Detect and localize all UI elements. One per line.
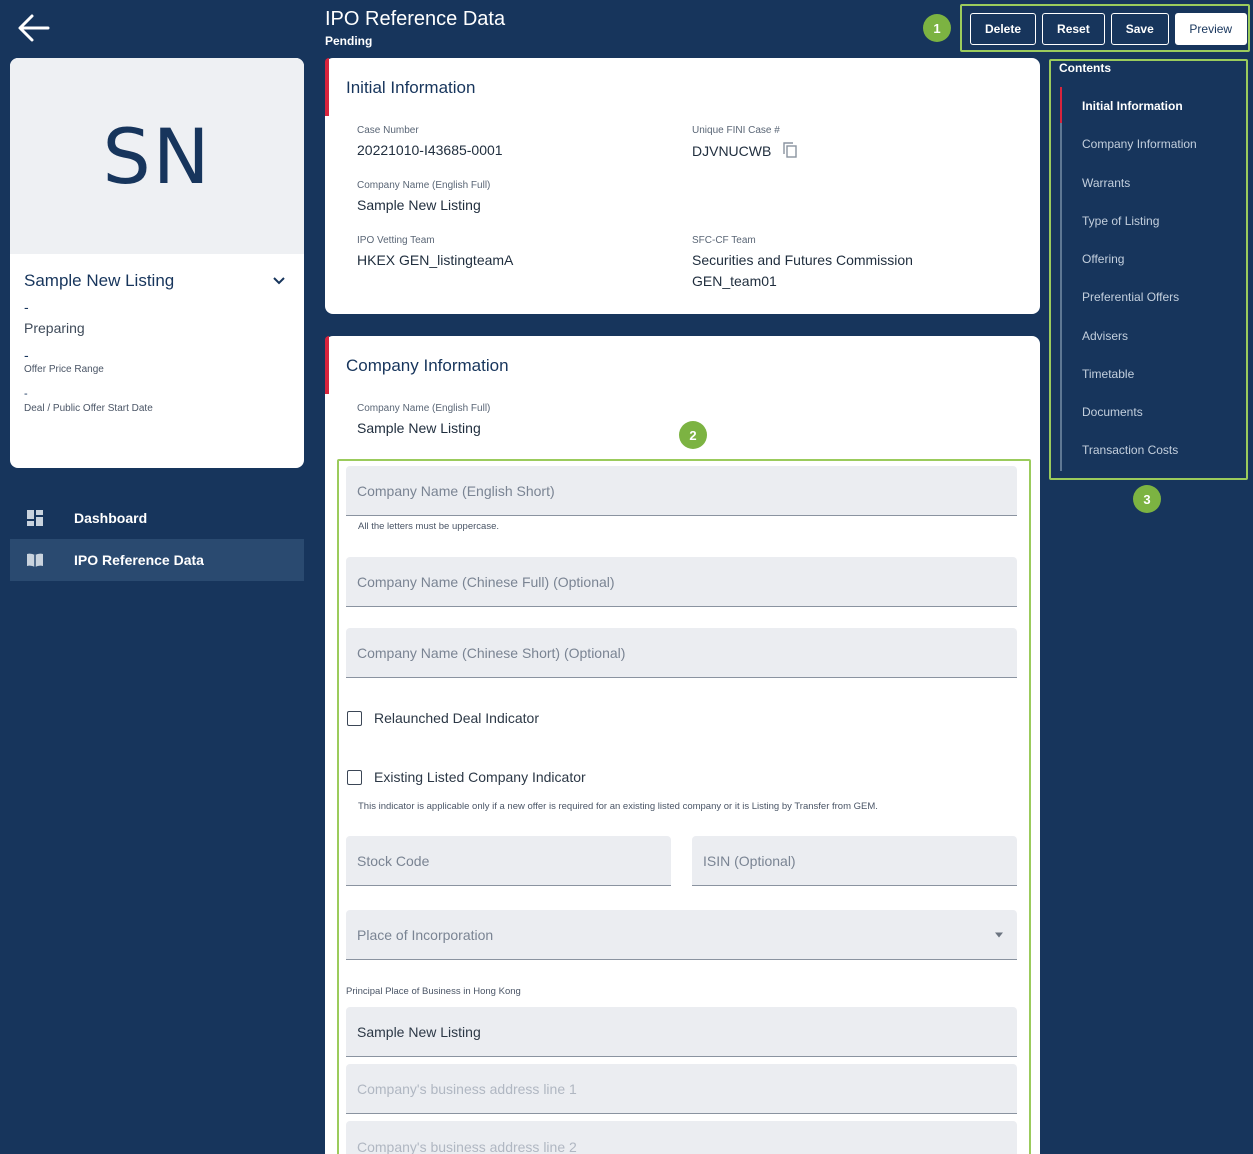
profile-dash-2: - [24, 347, 29, 363]
place-of-incorporation-value: Place of Incorporation [357, 926, 494, 943]
vetting-team-label: IPO Vetting Team [357, 235, 435, 246]
book-icon [24, 549, 46, 571]
checkbox-box[interactable] [347, 769, 362, 785]
initial-information-title: Initial Information [346, 78, 476, 97]
chinese-full-input[interactable]: Company Name (Chinese Full) (Optional) [346, 557, 1017, 607]
callout-3-frame [1049, 59, 1248, 480]
profile-dash-3: - [24, 388, 28, 400]
callout-3-badge: 3 [1133, 485, 1161, 513]
sfc-team-value-line2: GEN_team01 [692, 273, 777, 289]
section-accent-bar [325, 58, 329, 116]
english-short-helper: All the letters must be uppercase. [358, 521, 499, 532]
chevron-down-icon[interactable] [268, 270, 290, 292]
deal-date-label: Deal / Public Offer Start Date [24, 403, 153, 414]
contents-track [1060, 87, 1062, 471]
company-information-card: Company Information Company Name (Englis… [325, 336, 1040, 1154]
place-of-incorporation-select[interactable]: Place of Incorporation [346, 910, 1017, 960]
fini-case-label: Unique FINI Case # [692, 125, 780, 136]
checkbox-box[interactable] [347, 710, 362, 726]
contents-item-timetable[interactable]: Timetable [1082, 367, 1134, 381]
contents-item-documents[interactable]: Documents [1082, 405, 1143, 419]
save-button[interactable]: Save [1110, 13, 1169, 45]
preview-button[interactable]: Preview [1174, 13, 1247, 45]
copy-icon[interactable] [783, 142, 797, 161]
section-accent-bar [325, 336, 329, 394]
sidebar-item-label: Dashboard [74, 510, 148, 526]
case-number-value: 20221010-I43685-0001 [357, 142, 503, 158]
profile-dash-1: - [24, 299, 29, 315]
vetting-team-value: HKEX GEN_listingteamA [357, 252, 514, 268]
offer-price-label: Offer Price Range [24, 364, 104, 375]
page-status: Pending [325, 34, 373, 48]
delete-button[interactable]: Delete [970, 13, 1037, 45]
caret-down-icon [995, 932, 1003, 937]
sfc-team-label: SFC-CF Team [692, 235, 756, 246]
profile-card: SN Sample New Listing - Preparing - Offe… [10, 58, 304, 468]
contents-item-transaction-costs[interactable]: Transaction Costs [1082, 443, 1178, 457]
contents-active-indicator [1060, 87, 1062, 123]
company-name-label: Company Name (English Full) [357, 403, 491, 414]
avatar: SN [10, 58, 304, 254]
page-title: IPO Reference Data [325, 8, 506, 30]
dashboard-icon [24, 507, 46, 529]
contents-item-offering[interactable]: Offering [1082, 252, 1124, 266]
sidebar-nav: Dashboard IPO Reference Data [10, 497, 304, 581]
address-line-1-input[interactable]: Company's business address line 1 [346, 1064, 1017, 1114]
company-name-value: Sample New Listing [357, 197, 481, 213]
address-line-2-input[interactable]: Company's business address line 2 [346, 1121, 1017, 1154]
english-short-input[interactable]: Company Name (English Short) [346, 466, 1017, 516]
relaunched-deal-label: Relaunched Deal Indicator [374, 710, 539, 726]
callout-2-badge: 2 [679, 421, 707, 449]
company-name-label: Company Name (English Full) [357, 180, 491, 191]
stock-code-input[interactable]: Stock Code [346, 836, 671, 886]
existing-listed-label: Existing Listed Company Indicator [374, 769, 586, 785]
contents-item-initial-information[interactable]: Initial Information [1082, 99, 1183, 113]
existing-listed-checkbox[interactable]: Existing Listed Company Indicator [347, 769, 586, 785]
principal-place-label: Principal Place of Business in Hong Kong [346, 986, 521, 997]
contents-item-advisers[interactable]: Advisers [1082, 329, 1128, 343]
callout-1-badge: 1 [923, 14, 951, 42]
chinese-short-input[interactable]: Company Name (Chinese Short) (Optional) [346, 628, 1017, 678]
relaunched-deal-checkbox[interactable]: Relaunched Deal Indicator [347, 710, 539, 726]
fini-case-value: DJVNUCWB [692, 143, 772, 159]
fini-case-row: DJVNUCWB [692, 142, 797, 161]
sidebar-item-dashboard[interactable]: Dashboard [10, 497, 304, 539]
reset-button[interactable]: Reset [1042, 13, 1105, 45]
contents-panel: Contents Initial Information Company Inf… [1049, 59, 1248, 480]
principal-place-input[interactable]: Sample New Listing [346, 1007, 1017, 1057]
isin-input[interactable]: ISIN (Optional) [692, 836, 1017, 886]
contents-item-preferential-offers[interactable]: Preferential Offers [1082, 290, 1179, 304]
company-information-title: Company Information [346, 356, 509, 375]
action-bar: Delete Reset Save Preview [970, 13, 1247, 45]
profile-name: Sample New Listing [24, 271, 175, 290]
existing-listed-helper: This indicator is applicable only if a n… [358, 801, 878, 812]
contents-item-type-of-listing[interactable]: Type of Listing [1082, 214, 1159, 228]
profile-status: Preparing [24, 320, 85, 336]
company-name-value: Sample New Listing [357, 420, 481, 436]
avatar-initials: SN [102, 111, 212, 201]
contents-item-warrants[interactable]: Warrants [1082, 176, 1130, 190]
case-number-label: Case Number [357, 125, 419, 136]
sfc-team-value-line1: Securities and Futures Commission [692, 252, 913, 268]
sidebar-item-ipo-reference-data[interactable]: IPO Reference Data [10, 539, 304, 581]
contents-item-company-information[interactable]: Company Information [1082, 137, 1197, 151]
contents-title: Contents [1059, 61, 1111, 75]
sidebar-item-label: IPO Reference Data [74, 552, 204, 568]
initial-information-card: Initial Information Case Number 20221010… [325, 58, 1040, 314]
back-arrow-icon[interactable] [14, 8, 54, 48]
